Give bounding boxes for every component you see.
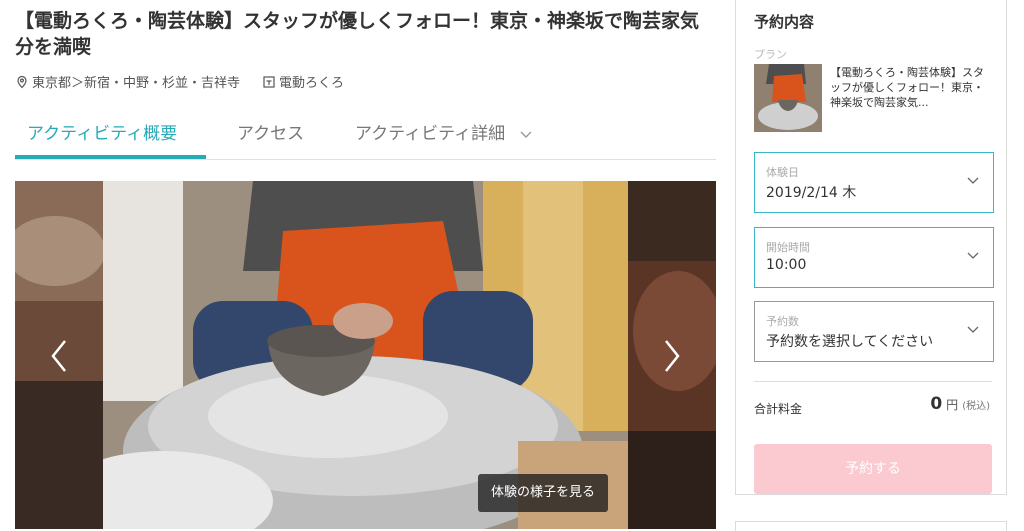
reserve-button[interactable]: 予約する [754, 444, 992, 494]
chevron-down-icon [520, 131, 532, 138]
activity-meta: 東京都＞新宿・中野・杉並・吉祥寺 電動ろくろ [15, 72, 344, 91]
chevron-down-icon [967, 177, 979, 184]
secondary-panel-edge [735, 521, 1007, 531]
tab-details-label: アクティビティ詳細 [355, 124, 506, 144]
active-tab-indicator [15, 155, 206, 159]
date-value: 2019/2/14 木 [766, 185, 857, 201]
location-link[interactable]: 東京都＞新宿・中野・杉並・吉祥寺 [32, 72, 240, 91]
page-title: 【電動ろくろ・陶芸体験】スタッフが優しくフォロー！東京・神楽坂で陶芸家気分を満喫 [15, 10, 700, 58]
plan-label: プラン [754, 48, 787, 61]
divider [754, 381, 992, 382]
start-time-value: 10:00 [766, 257, 807, 273]
tax-note: (税込) [962, 401, 990, 412]
carousel-next-button[interactable] [656, 336, 686, 376]
chevron-down-icon [967, 252, 979, 259]
total-amount: 0 [930, 394, 943, 414]
photo-carousel[interactable]: 体験の様子を見る [15, 181, 716, 529]
plan-thumbnail [754, 64, 822, 132]
total-price: 0 円 (税込) [930, 394, 990, 414]
tab-details[interactable]: アクティビティ詳細 [355, 120, 533, 160]
start-time-select[interactable]: 開始時間 10:00 [754, 227, 994, 288]
category-link[interactable]: 電動ろくろ [279, 72, 344, 91]
total-label: 合計料金 [754, 402, 803, 416]
location-pin-icon [17, 75, 27, 88]
booking-panel: 予約内容 プラン 【電動ろくろ・陶芸体験】スタッフが優しくフォロー！東京・神楽坂… [735, 0, 1007, 495]
watch-video-button[interactable]: 体験の様子を見る [478, 474, 608, 512]
plan-description[interactable]: 【電動ろくろ・陶芸体験】スタッフが優しくフォロー！東京・神楽坂で陶芸家気... [830, 65, 990, 110]
tab-access[interactable]: アクセス [237, 120, 304, 160]
chevron-down-icon [967, 326, 979, 333]
tab-overview[interactable]: アクティビティ概要 [27, 120, 177, 160]
reservation-count-value: 予約数を選択してください [766, 334, 934, 350]
carousel-prev-button[interactable] [45, 336, 75, 376]
currency-unit: 円 [946, 398, 959, 412]
reservation-count-select[interactable]: 予約数 予約数を選択してください [754, 301, 994, 362]
booking-title: 予約内容 [754, 13, 815, 31]
reservation-count-label: 予約数 [766, 315, 799, 328]
tab-bar: アクティビティ概要 アクセス アクティビティ詳細 [15, 120, 716, 160]
category-tag-icon [263, 75, 275, 88]
date-label: 体験日 [766, 166, 799, 179]
date-select[interactable]: 体験日 2019/2/14 木 [754, 152, 994, 213]
start-time-label: 開始時間 [766, 241, 810, 254]
